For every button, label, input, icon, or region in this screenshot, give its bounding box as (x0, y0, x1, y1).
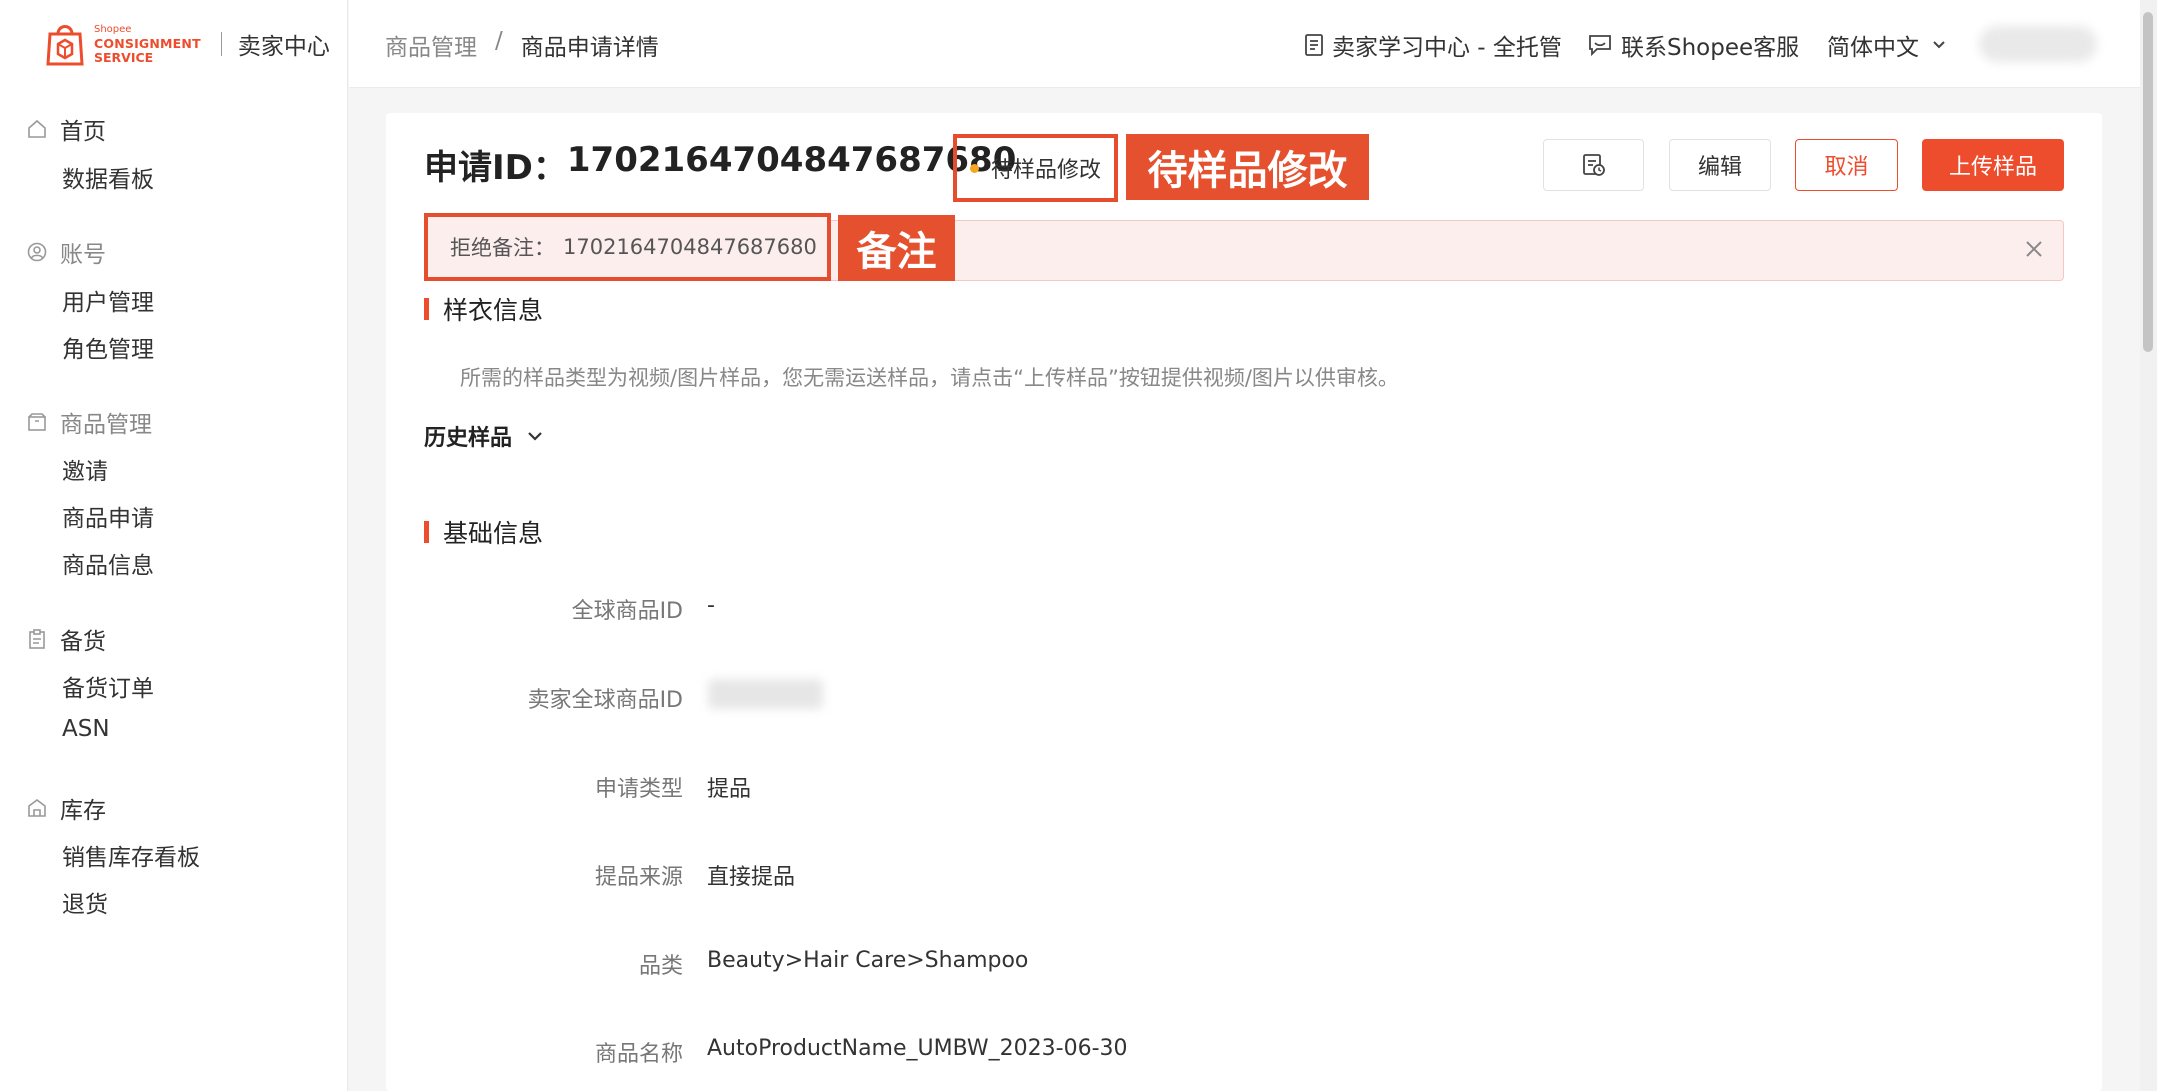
user-circle-icon (27, 242, 47, 262)
sidebar-item-dashboard[interactable]: 数据看板 (62, 160, 154, 194)
history-samples-label: 历史样品 (424, 426, 513, 451)
field-value-category: Beauty>Hair Care>Shampoo (707, 948, 1029, 973)
status-dot-icon (969, 163, 979, 173)
reject-remark-label: 拒绝备注： (450, 236, 555, 260)
logo[interactable]: Shopee CONSIGNMENT SERVICE 卖家中心 (44, 18, 330, 70)
nav-group-label: 备货 (60, 629, 106, 655)
sample-info-heading: 样衣信息 (443, 296, 544, 325)
field-label-seller-global-product-id: 卖家全球商品ID (527, 688, 683, 713)
nav-group-stocking[interactable]: 备货 (26, 622, 106, 656)
reject-remark-highlight: 拒绝备注： 1702164704847687680 (424, 213, 831, 281)
nav-group-label: 库存 (60, 798, 106, 824)
sample-hint-text: 所需的样品类型为视频/图片样品，您无需运送样品，请点击“上传样品”按钮提供视频/… (460, 366, 1399, 390)
breadcrumb-item-product-management[interactable]: 商品管理 (385, 28, 477, 62)
document-icon (1305, 34, 1323, 56)
nav-group-home[interactable]: 首页 (26, 112, 106, 146)
nav-group-product-management[interactable]: 商品管理 (26, 405, 152, 439)
nav-group-inventory[interactable]: 库存 (26, 791, 106, 825)
shopee-bag-icon (46, 25, 84, 66)
field-value-product-name: AutoProductName_UMBW_2023-06-30 (707, 1036, 1128, 1061)
logo-text: Shopee CONSIGNMENT SERVICE (94, 23, 201, 65)
breadcrumb-item-current: 商品申请详情 (520, 35, 659, 61)
contact-support-label: 联系Shopee客服 (1621, 35, 1800, 61)
close-icon[interactable] (2022, 237, 2046, 261)
sidebar-item-product-application[interactable]: 商品申请 (62, 499, 154, 533)
basic-info-section-title: 基础信息 (424, 514, 543, 550)
contact-support-link[interactable]: 联系Shopee客服 (1587, 28, 1799, 62)
scrollbar-thumb[interactable] (2143, 12, 2153, 352)
sidebar-item-product-info[interactable]: 商品信息 (62, 546, 154, 580)
chevron-down-icon (1933, 41, 1945, 49)
field-value-source: 直接提品 (707, 865, 796, 890)
field-value-seller-global-product-id-blurred (708, 679, 823, 709)
section-accent-bar (424, 521, 429, 543)
nav-group-label: 商品管理 (60, 412, 152, 438)
application-id-title: 申请ID： 1702164704847687680 (424, 140, 1016, 189)
field-value-global-product-id: - (707, 593, 715, 618)
sidebar-item-returns[interactable]: 退货 (62, 885, 108, 919)
home-icon (28, 119, 46, 138)
clipboard-icon (29, 629, 45, 649)
upload-sample-button[interactable]: 上传样品 (1922, 139, 2064, 191)
status-badge: 待样品修改 (953, 134, 1118, 202)
nav-group-account[interactable]: 账号 (26, 235, 106, 269)
logo-line-2: CONSIGNMENT (94, 36, 201, 51)
sidebar: Shopee CONSIGNMENT SERVICE 卖家中心 首页 数据看板 … (0, 0, 348, 1091)
sample-info-section-title: 样衣信息 (424, 291, 543, 327)
reject-remark-value: 1702164704847687680 (563, 235, 817, 259)
field-label-category: 品类 (638, 954, 683, 979)
field-label-source: 提品来源 (594, 865, 683, 890)
field-label-global-product-id: 全球商品ID (571, 599, 683, 624)
application-id-value: 1702164704847687680 (566, 140, 1017, 180)
box-icon (28, 413, 46, 431)
top-header: 商品管理 / 商品申请详情 卖家学习中心 - 全托管 联系Shopee客服 简体… (349, 0, 2145, 88)
logo-line-3: SERVICE (94, 50, 154, 65)
sidebar-item-asn[interactable]: ASN (62, 716, 110, 742)
sidebar-item-user-management[interactable]: 用户管理 (62, 283, 154, 317)
basic-info-heading: 基础信息 (443, 519, 544, 548)
application-id-label: 申请ID： (424, 148, 567, 188)
field-label-application-type: 申请类型 (594, 777, 683, 802)
seller-center-title: 卖家中心 (237, 34, 330, 60)
history-samples-toggle[interactable]: 历史样品 (424, 420, 544, 452)
logo-line-1: Shopee (94, 24, 132, 35)
history-log-button[interactable] (1543, 139, 1644, 191)
breadcrumb: 商品管理 / 商品申请详情 (385, 28, 659, 62)
nav-group-label: 首页 (60, 119, 106, 145)
nav-group-label: 账号 (60, 242, 106, 268)
field-label-product-name: 商品名称 (594, 1042, 683, 1067)
sidebar-item-stock-orders[interactable]: 备货订单 (62, 669, 154, 703)
sidebar-item-inventory-dashboard[interactable]: 销售库存看板 (62, 838, 200, 872)
breadcrumb-separator: / (495, 28, 503, 54)
chat-icon (1589, 35, 1611, 57)
learning-center-label: 卖家学习中心 - 全托管 (1332, 35, 1562, 61)
section-accent-bar (424, 298, 429, 320)
learning-center-link[interactable]: 卖家学习中心 - 全托管 (1304, 28, 1562, 62)
language-selector[interactable]: 简体中文 (1827, 28, 1955, 62)
warehouse-icon (28, 799, 46, 817)
sidebar-item-role-management[interactable]: 角色管理 (62, 330, 154, 364)
chevron-down-icon (528, 432, 542, 441)
annotation-callout-remark: 备注 (838, 215, 955, 281)
sidebar-item-invitation[interactable]: 邀请 (62, 452, 108, 486)
status-text: 待样品修改 (990, 158, 1101, 183)
logo-divider (220, 32, 222, 56)
language-label: 简体中文 (1827, 35, 1919, 61)
annotation-callout-status: 待样品修改 (1126, 134, 1369, 200)
edit-button[interactable]: 编辑 (1669, 139, 1771, 191)
cancel-button[interactable]: 取消 (1795, 139, 1898, 191)
user-avatar-blurred[interactable] (1979, 26, 2097, 62)
log-clock-icon (1582, 154, 1605, 176)
field-value-application-type: 提品 (707, 777, 752, 802)
